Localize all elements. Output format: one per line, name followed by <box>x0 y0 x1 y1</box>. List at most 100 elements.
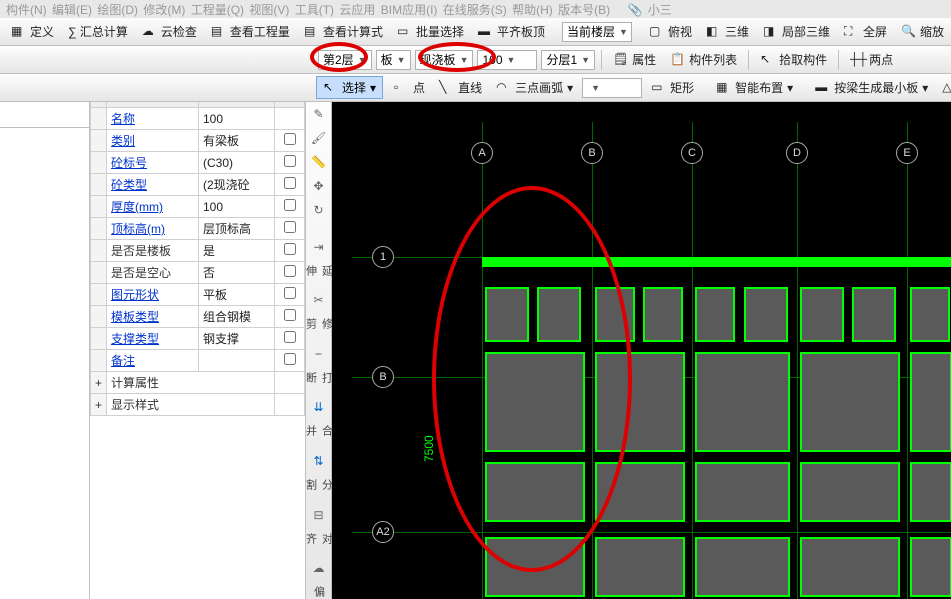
prop-extra-checkbox[interactable] <box>284 133 296 145</box>
group-dispstyle[interactable]: 显示样式 <box>107 394 275 416</box>
batchsel-button[interactable]: ▭批量选择 <box>391 21 470 42</box>
property-button[interactable]: 🗒属性 <box>607 49 662 70</box>
select-button[interactable]: ↖选择▾ <box>316 76 383 99</box>
prop-value[interactable]: 层顶标高 <box>199 218 275 240</box>
twopoint-button[interactable]: ┼┼两点 <box>844 49 899 70</box>
prop-value[interactable]: 否 <box>199 262 275 284</box>
topview-button[interactable]: ▢俯视 <box>643 21 698 42</box>
prop-value[interactable] <box>199 350 275 372</box>
menu-item[interactable]: 工程量(Q) <box>191 3 244 17</box>
toolbar-context: 第2层▼ 板▼ 现浇板▼ 100▼ 分层1▼ 🗒属性 📋构件列表 ↖拾取构件 ┼… <box>0 46 951 74</box>
menu-item[interactable]: 工具(T) <box>295 3 334 17</box>
expand-icon[interactable]: + <box>91 394 107 416</box>
prop-name[interactable]: 厚度(mm) <box>107 196 199 218</box>
pick-button[interactable]: ↖拾取构件 <box>754 49 833 70</box>
prop-name[interactable]: 砼标号 <box>107 152 199 174</box>
prop-extra-checkbox[interactable] <box>284 309 296 321</box>
prop-value[interactable]: 有梁板 <box>199 130 275 152</box>
menu-item[interactable]: 版本号(B) <box>558 3 610 17</box>
move-icon[interactable]: ✥ <box>309 178 329 194</box>
flatten-button[interactable]: ▬平齐板顶 <box>472 21 551 42</box>
prop-name[interactable]: 模板类型 <box>107 306 199 328</box>
sumcalc-button[interactable]: ∑ 汇总计算 <box>62 21 134 42</box>
expand-icon[interactable]: + <box>91 372 107 394</box>
bybeam-button[interactable]: ▬按梁生成最小板▾ <box>809 77 934 98</box>
category-dropdown[interactable]: 板▼ <box>376 50 411 70</box>
prop-name[interactable]: 砼类型 <box>107 174 199 196</box>
draw-empty-dropdown[interactable]: ▼ <box>582 78 642 98</box>
menu-item[interactable]: 视图(V) <box>249 3 289 17</box>
component-dropdown[interactable]: 100▼ <box>477 50 537 70</box>
subcategory-dropdown[interactable]: 现浇板▼ <box>415 50 474 70</box>
define-button[interactable]: ▦定义 <box>5 21 60 42</box>
prop-name[interactable]: 图元形状 <box>107 284 199 306</box>
prop-value[interactable]: 是 <box>199 240 275 262</box>
extend-icon[interactable]: ⇥ <box>309 239 329 255</box>
menu-item[interactable]: 绘图(D) <box>97 3 138 17</box>
local3d-button[interactable]: ◨局部三维 <box>757 21 836 42</box>
menu-item[interactable]: 构件(N) <box>6 3 47 17</box>
topview-icon: ▢ <box>649 24 665 40</box>
prop-extra-checkbox[interactable] <box>284 221 296 233</box>
align-icon[interactable]: ⊟ <box>309 507 329 523</box>
menu-item[interactable]: 修改(M) <box>143 3 185 17</box>
prop-name[interactable]: 顶标高(m) <box>107 218 199 240</box>
viewqty-button[interactable]: ▤查看工程量 <box>205 21 296 42</box>
drawing-canvas[interactable]: A B C D E 1 B A2 <box>332 102 951 599</box>
prop-extra-checkbox[interactable] <box>284 199 296 211</box>
prop-extra-checkbox[interactable] <box>284 155 296 167</box>
fullscreen-button[interactable]: ⛶全屏 <box>838 21 893 42</box>
prop-value[interactable]: 100 <box>199 108 275 130</box>
layer-dropdown[interactable]: 分层1▼ <box>541 50 595 70</box>
menu-item[interactable]: 帮助(H) <box>512 3 553 17</box>
prop-name[interactable]: 类别 <box>107 130 199 152</box>
menu-item[interactable]: 编辑(E) <box>52 3 92 17</box>
merge-icon[interactable]: ⇊ <box>309 399 329 415</box>
pencil-icon[interactable]: ✎ <box>309 106 329 122</box>
prop-extra-checkbox[interactable] <box>284 243 296 255</box>
prop-value[interactable]: 平板 <box>199 284 275 306</box>
prop-extra-checkbox[interactable] <box>284 353 296 365</box>
point-button[interactable]: ▫点 <box>388 77 431 98</box>
current-floor-dropdown[interactable]: 当前楼层▼ <box>562 22 632 42</box>
cube-icon: ◧ <box>706 24 722 40</box>
group-calcprops[interactable]: 计算属性 <box>107 372 275 394</box>
prop-name[interactable]: 是否是空心 <box>107 262 199 284</box>
rotate-icon[interactable]: ↻ <box>309 202 329 218</box>
prop-extra-checkbox[interactable] <box>284 287 296 299</box>
brush-icon[interactable]: 🖌 <box>309 130 329 146</box>
ruler-icon[interactable]: 📏 <box>309 154 329 170</box>
cube-icon: ◨ <box>763 24 779 40</box>
prop-name[interactable]: 支撑类型 <box>107 328 199 350</box>
arc-button[interactable]: ◠三点画弧▾ <box>490 77 579 98</box>
split-icon[interactable]: ⇅ <box>309 453 329 469</box>
trim-icon[interactable]: ✂ <box>309 292 329 308</box>
point-icon: ▫ <box>394 80 410 96</box>
prop-extra-checkbox[interactable] <box>284 331 296 343</box>
menu-item[interactable]: BIM应用(I) <box>381 3 438 17</box>
menu-item[interactable]: 云应用 <box>339 3 375 17</box>
prop-name[interactable]: 备注 <box>107 350 199 372</box>
menu-item[interactable]: 在线服务(S) <box>443 3 507 17</box>
prop-value[interactable]: 钢支撑 <box>199 328 275 350</box>
floor-dropdown[interactable]: 第2层▼ <box>318 50 372 70</box>
prop-name[interactable]: 名称 <box>107 108 199 130</box>
viewformula-button[interactable]: ▤查看计算式 <box>298 21 389 42</box>
prop-name[interactable]: 是否是楼板 <box>107 240 199 262</box>
complist-button[interactable]: 📋构件列表 <box>664 49 743 70</box>
rect-button[interactable]: ▭矩形 <box>645 77 700 98</box>
threepoint-button[interactable]: △三点定 <box>936 77 951 98</box>
prop-value[interactable]: (2现浇砼 <box>199 174 275 196</box>
line-button[interactable]: ╲直线 <box>433 77 488 98</box>
prop-extra-checkbox[interactable] <box>284 265 296 277</box>
threeD-button[interactable]: ◧三维 <box>700 21 755 42</box>
prop-value[interactable]: 组合钢模 <box>199 306 275 328</box>
prop-value[interactable]: (C30) <box>199 152 275 174</box>
offset-icon[interactable]: ☁ <box>309 560 329 576</box>
smart-button[interactable]: ▦智能布置▾ <box>710 77 799 98</box>
cloudcheck-button[interactable]: ☁云检查 <box>136 21 203 42</box>
zoom-button[interactable]: 🔍缩放 <box>895 21 950 42</box>
prop-value[interactable]: 100 <box>199 196 275 218</box>
prop-extra-checkbox[interactable] <box>284 177 296 189</box>
break-icon[interactable]: ⎯ <box>309 346 329 362</box>
